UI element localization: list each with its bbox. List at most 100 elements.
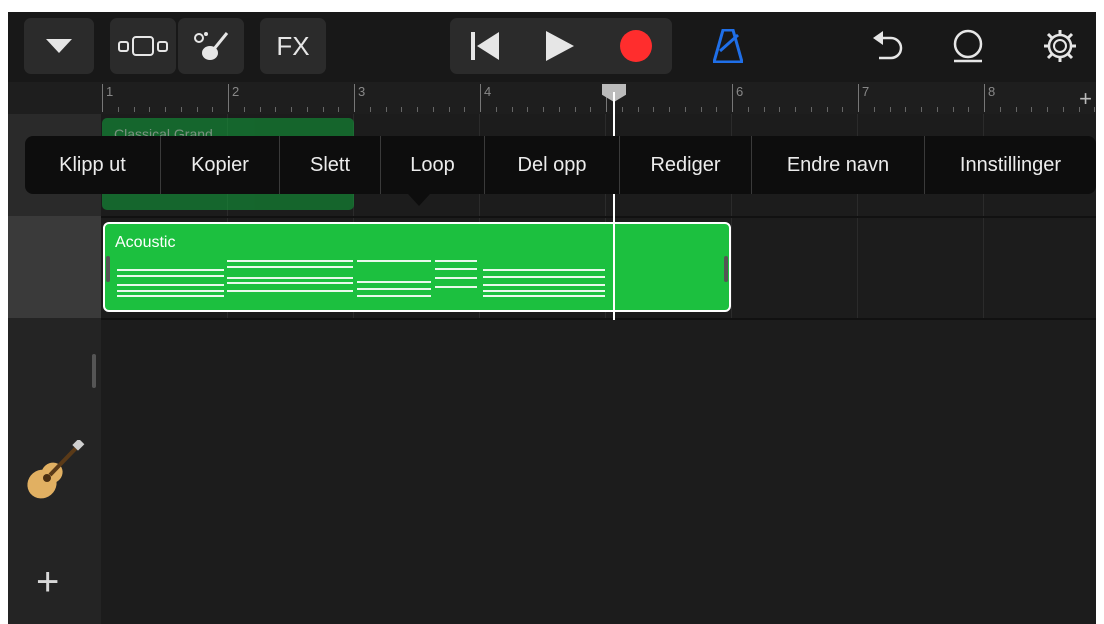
ruler-tick	[968, 107, 970, 112]
track-divider	[101, 216, 1096, 218]
ruler-tick	[401, 107, 403, 112]
ruler-tick	[826, 107, 828, 112]
ruler-tick	[275, 107, 277, 112]
midi-note	[227, 266, 353, 268]
ruler-tick	[747, 107, 749, 112]
dropdown-icon	[46, 39, 72, 53]
ruler-tick	[1062, 107, 1064, 112]
loop-browser-icon	[953, 29, 983, 63]
add-section-button[interactable]: +	[1079, 86, 1092, 112]
ruler-tick	[432, 107, 434, 112]
ruler-tick	[306, 107, 308, 112]
midi-note	[117, 284, 224, 286]
record-button[interactable]	[600, 18, 672, 74]
midi-note	[117, 269, 224, 271]
midi-note	[435, 277, 477, 279]
ruler-tick	[165, 107, 166, 112]
undo-icon	[873, 31, 903, 60]
playhead[interactable]	[613, 92, 615, 320]
region-context-menu: Klipp ut Kopier Slett Loop Del opp Redig…	[25, 136, 1096, 194]
midi-note	[227, 277, 353, 279]
metronome-icon	[713, 29, 743, 63]
timeline-ruler[interactable]: 1 2 3 4 5 6 7 8	[8, 82, 1096, 115]
menu-item-loop[interactable]: Loop	[381, 136, 485, 194]
menu-item-edit[interactable]: Rediger	[620, 136, 752, 194]
bar-number: 1	[106, 84, 114, 99]
ruler-tick	[936, 107, 938, 112]
ruler-tick	[1015, 107, 1017, 112]
menu-item-cut[interactable]: Klipp ut	[25, 136, 161, 194]
menu-item-delete[interactable]: Slett	[280, 136, 381, 194]
ruler-tick	[669, 107, 670, 112]
menu-item-copy[interactable]: Kopier	[161, 136, 280, 194]
loop-browser-button[interactable]	[938, 18, 998, 74]
ruler-tick	[716, 107, 718, 112]
ruler-tick	[842, 107, 844, 112]
ruler-tick	[653, 107, 655, 112]
ruler-tick	[291, 107, 292, 112]
toolbar: FX	[8, 12, 1096, 82]
ruler-tick	[338, 107, 340, 112]
midi-note	[435, 260, 477, 262]
ruler-tick	[952, 107, 954, 112]
region-label: Acoustic	[115, 234, 176, 251]
midi-note	[435, 286, 477, 288]
midi-note	[483, 290, 605, 292]
ruler-tick	[322, 107, 324, 112]
ruler-tick	[700, 107, 702, 112]
acoustic-guitar-icon	[27, 440, 85, 499]
midi-note	[357, 260, 431, 262]
region-acoustic[interactable]: Acoustic	[103, 222, 731, 312]
bar-number: 2	[232, 84, 240, 99]
ruler-tick	[527, 107, 529, 112]
midi-note	[227, 290, 353, 292]
ruler-tick	[1047, 107, 1048, 112]
rewind-button[interactable]	[450, 18, 520, 74]
ruler-tick	[684, 107, 686, 112]
ruler-tick	[574, 107, 576, 112]
rewind-icon	[471, 32, 499, 60]
midi-note	[357, 288, 431, 290]
bar-number: 8	[988, 84, 996, 99]
metronome-button[interactable]	[698, 18, 758, 74]
ruler-tick	[921, 107, 922, 112]
undo-button[interactable]	[858, 18, 918, 74]
dropdown-button[interactable]	[24, 18, 94, 74]
track-header-scrollbar[interactable]	[92, 354, 96, 388]
ruler-tick	[763, 107, 765, 112]
region-trim-handle-left[interactable]	[106, 256, 110, 282]
midi-note	[117, 275, 224, 277]
menu-item-rename[interactable]: Endre navn	[752, 136, 925, 194]
play-button[interactable]	[524, 18, 594, 74]
midi-note	[117, 295, 224, 297]
instrument-browser-button[interactable]	[178, 18, 244, 74]
ruler-tick	[511, 107, 513, 112]
ruler-tick	[385, 107, 387, 112]
region-trim-handle-right[interactable]	[724, 256, 728, 282]
ruler-tick	[196, 107, 198, 112]
view-toggle-button[interactable]	[110, 18, 176, 74]
ruler-tick	[873, 107, 875, 112]
ruler-tick	[448, 107, 450, 112]
midi-note	[227, 282, 353, 284]
fx-button[interactable]: FX	[260, 18, 326, 74]
play-icon	[546, 31, 574, 61]
midi-note	[117, 290, 224, 292]
midi-note	[483, 269, 605, 271]
add-track-button[interactable]: +	[36, 560, 59, 605]
bar-number: 6	[736, 84, 744, 99]
track-header-acoustic[interactable]	[8, 216, 101, 499]
bar-number: 3	[358, 84, 366, 99]
settings-button[interactable]	[1030, 18, 1090, 74]
ruler-tick	[1031, 107, 1033, 112]
instrument-browser-icon	[194, 32, 229, 60]
ruler-tick	[558, 107, 560, 112]
ruler-tick	[464, 107, 466, 112]
ruler-tick	[1094, 107, 1096, 112]
midi-note	[483, 284, 605, 286]
menu-item-settings[interactable]: Innstillinger	[925, 136, 1096, 194]
midi-note	[483, 295, 605, 297]
garageband-window: FX 1 2 3 4 6 7 8 + + Classical Grand Aco…	[8, 12, 1096, 624]
ruler-tick	[810, 107, 812, 112]
menu-item-split[interactable]: Del opp	[485, 136, 620, 194]
